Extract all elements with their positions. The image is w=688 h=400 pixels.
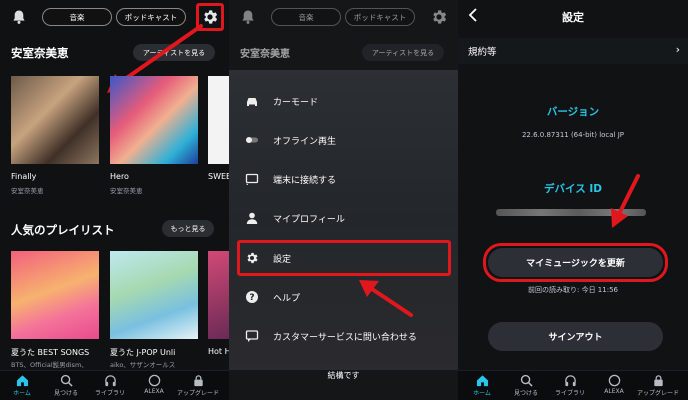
playlist-title: 夏うた J-POP Unli [110, 348, 176, 357]
menu-my-profile[interactable]: マイプロフィール [245, 205, 345, 231]
version-value: 22.6.0.87311 (64-bit) local JP [521, 131, 625, 139]
search-icon [520, 374, 533, 387]
menu-car-mode[interactable]: カーモード [245, 88, 318, 114]
playlist-title: Hot H [208, 347, 229, 356]
album-artist: 安室奈美恵 [110, 187, 143, 195]
menu-label: オフライン再生 [273, 136, 337, 147]
nav-find[interactable]: 見つける [44, 374, 88, 397]
toggle-icon [246, 137, 258, 143]
lock-icon [653, 375, 663, 387]
alexa-icon [148, 374, 160, 387]
album-artist: 安室奈美恵 [11, 187, 44, 195]
headphones-icon [104, 375, 116, 387]
playlist-cover-jpop[interactable] [110, 251, 198, 339]
last-read-time: 前回の読み取り: 今日 11:56 [528, 286, 618, 294]
car-icon [247, 98, 257, 106]
gear-icon [433, 10, 447, 24]
playlist-title: 夏うた BEST SONGS [11, 348, 90, 357]
album-cover-swee[interactable] [208, 76, 229, 164]
nav-label: アップグレード [176, 390, 219, 397]
see-artist-button: アーティストを見る [362, 44, 444, 61]
playlist-artist: aiko、サザンオールス [110, 361, 176, 369]
nav-label: ALEXA [144, 388, 164, 395]
highlight-box [237, 240, 451, 276]
nav-library[interactable]: ライブラリ [548, 374, 592, 397]
nav-upgrade[interactable]: アップグレード [176, 374, 220, 397]
red-arrow-icon [611, 174, 640, 228]
home-screen-panel: 音楽 ポッドキャスト 安室奈美恵 アーティストを見る Finally 安室奈美恵… [0, 0, 229, 400]
nav-alexa[interactable]: ALEXA [592, 374, 636, 395]
person-icon [246, 212, 258, 224]
menu-label: カスタマーサービスに問い合わせる [273, 332, 417, 343]
artist-section-title: 安室奈美恵 [11, 46, 69, 60]
device-id-heading: デバイス ID [544, 183, 602, 195]
nav-label: 見つける [53, 390, 78, 397]
nav-find[interactable]: 見つける [504, 374, 548, 397]
svg-text:?: ? [249, 293, 254, 303]
album-cover-hero[interactable] [110, 76, 198, 164]
help-icon: ? [246, 291, 258, 303]
menu-customer-service[interactable]: カスタマーサービスに問い合わせる [245, 323, 417, 349]
home-icon [476, 375, 488, 387]
lock-icon [193, 375, 203, 387]
nav-label: アップグレード [636, 390, 679, 397]
nav-label: ホーム [473, 390, 491, 397]
chevron-right-icon: › [675, 43, 680, 56]
alexa-icon [608, 374, 620, 387]
album-cover-finally[interactable] [11, 76, 99, 164]
chat-icon [245, 330, 259, 342]
bell-icon[interactable] [11, 9, 27, 25]
nav-home[interactable]: ホーム [460, 374, 504, 397]
nav-label: ライブラリ [554, 390, 585, 397]
nav-alexa[interactable]: ALEXA [132, 374, 176, 395]
version-heading: バージョン [546, 106, 600, 118]
bottom-navigation: ホーム 見つける ライブラリ ALEXA アップグレード [458, 370, 688, 400]
nav-label: ALEXA [604, 388, 624, 395]
settings-row-terms[interactable]: 規約等 › [458, 38, 688, 64]
bell-icon [242, 10, 254, 24]
menu-label: カーモード [273, 97, 319, 108]
more-button[interactable]: もっと見る [162, 220, 214, 237]
highlight-box [483, 243, 668, 282]
playlist-cover-summer-best[interactable] [11, 251, 99, 339]
page-title: 設定 [562, 11, 584, 24]
artist-section-title: 安室奈美恵 [240, 49, 290, 60]
tab-podcast: ポッドキャスト [345, 8, 415, 26]
playlist-section-title: 人気のプレイリスト [11, 223, 115, 237]
album-title: Hero [110, 172, 129, 181]
red-arrow-icon [359, 280, 413, 317]
playlist-artist: BTS、Official髭男dism、 [11, 361, 88, 369]
menu-offline[interactable]: オフライン再生 [245, 127, 336, 153]
nav-library[interactable]: ライブラリ [88, 374, 132, 397]
tab-music: 音楽 [271, 8, 341, 26]
menu-connect-device[interactable]: 端末に接続する [245, 166, 336, 192]
nav-home[interactable]: ホーム [0, 374, 44, 397]
nav-label: 見つける [513, 390, 538, 397]
dismiss-button[interactable]: 結構です [229, 370, 458, 381]
top-bar: 音楽 ポッドキャスト [229, 0, 458, 34]
nav-label: ライブラリ [94, 390, 125, 397]
terms-label: 規約等 [468, 47, 497, 58]
album-title: Finally [11, 172, 37, 181]
search-icon [60, 374, 73, 387]
sign-out-button[interactable]: サインアウト [488, 322, 663, 351]
cast-icon [245, 173, 259, 186]
nav-upgrade[interactable]: アップグレード [636, 374, 680, 397]
headphones-icon [564, 375, 576, 387]
menu-label: 端末に接続する [273, 175, 337, 186]
playlist-cover-hot[interactable] [208, 251, 229, 339]
nav-label: ホーム [13, 390, 31, 397]
home-icon [16, 375, 28, 387]
menu-label: マイプロフィール [273, 214, 345, 225]
settings-menu-panel: 音楽 ポッドキャスト 安室奈美恵 アーティストを見る カーモード オフライン再生… [229, 0, 458, 400]
menu-label: ヘルプ [273, 293, 301, 304]
album-title: SWEE [208, 172, 229, 181]
menu-help[interactable]: ? ヘルプ [245, 284, 300, 310]
tab-music[interactable]: 音楽 [42, 8, 112, 26]
bottom-navigation: ホーム 見つける ライブラリ ALEXA アップグレード [0, 370, 229, 400]
settings-screen-panel: 設定 規約等 › バージョン 22.6.0.87311 (64-bit) loc… [458, 0, 688, 400]
